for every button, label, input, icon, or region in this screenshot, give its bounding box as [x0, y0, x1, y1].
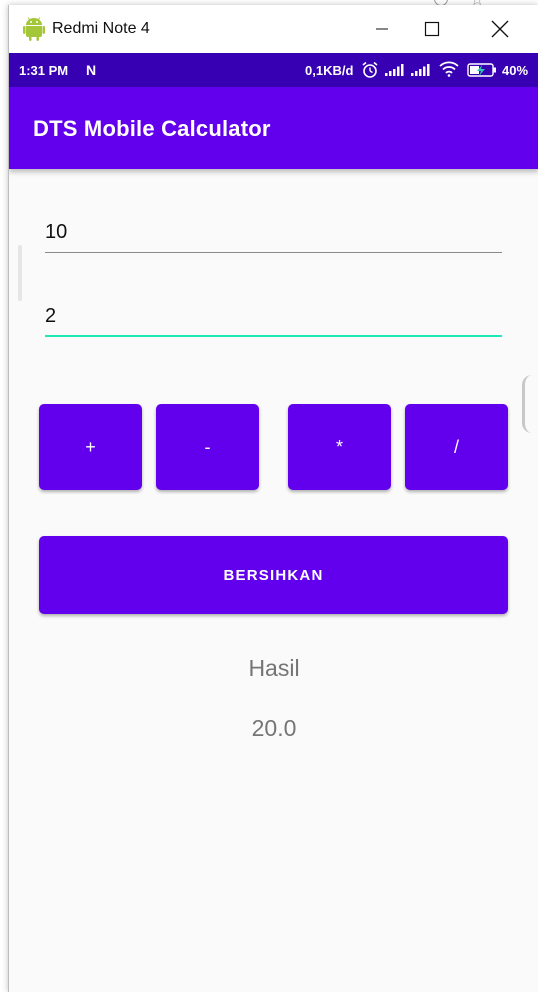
add-button[interactable]: + — [39, 404, 142, 490]
minimize-icon — [376, 28, 388, 30]
maximize-button[interactable] — [409, 5, 455, 53]
battery-charging-icon — [467, 63, 496, 77]
maximize-icon — [424, 21, 440, 37]
signal-icon — [385, 64, 404, 76]
result-value: 20.0 — [251, 715, 297, 741]
multiply-button[interactable]: * — [288, 404, 391, 490]
result-label: Hasil — [248, 655, 300, 681]
edge-handle-right — [522, 375, 532, 433]
first-number-input[interactable] — [45, 213, 502, 253]
close-button[interactable] — [477, 5, 523, 53]
clear-button[interactable]: BERSIHKAN — [39, 536, 508, 614]
status-bar: 1:31 PM N 0,1KB/d 40% — [9, 53, 538, 87]
phone-screen: 1:31 PM N 0,1KB/d 40% DTS Mobile Calcula… — [9, 53, 538, 992]
edge-handle-left — [18, 245, 22, 301]
notification-icon: N — [86, 62, 97, 78]
minimize-button[interactable] — [359, 5, 405, 53]
app-title: DTS Mobile Calculator — [33, 116, 271, 141]
signal-icon — [411, 64, 430, 76]
second-number-input[interactable] — [45, 297, 502, 337]
network-speed: 0,1KB/d — [305, 63, 354, 78]
app-bar: DTS Mobile Calculator — [9, 87, 538, 169]
alarm-icon — [362, 61, 378, 78]
window-titlebar[interactable]: Redmi Note 4 — [9, 5, 538, 53]
close-icon — [491, 20, 509, 38]
wifi-icon — [439, 61, 459, 77]
android-icon — [23, 17, 45, 41]
subtract-button[interactable]: - — [156, 404, 259, 490]
battery-percent: 40% — [502, 63, 529, 78]
window-title: Redmi Note 4 — [52, 20, 150, 37]
status-time: 1:31 PM — [19, 63, 69, 78]
divide-button[interactable]: / — [405, 404, 508, 490]
emulator-window: Redmi Note 4 1:31 PM N 0,1KB/d 40% DTS M… — [8, 5, 538, 992]
